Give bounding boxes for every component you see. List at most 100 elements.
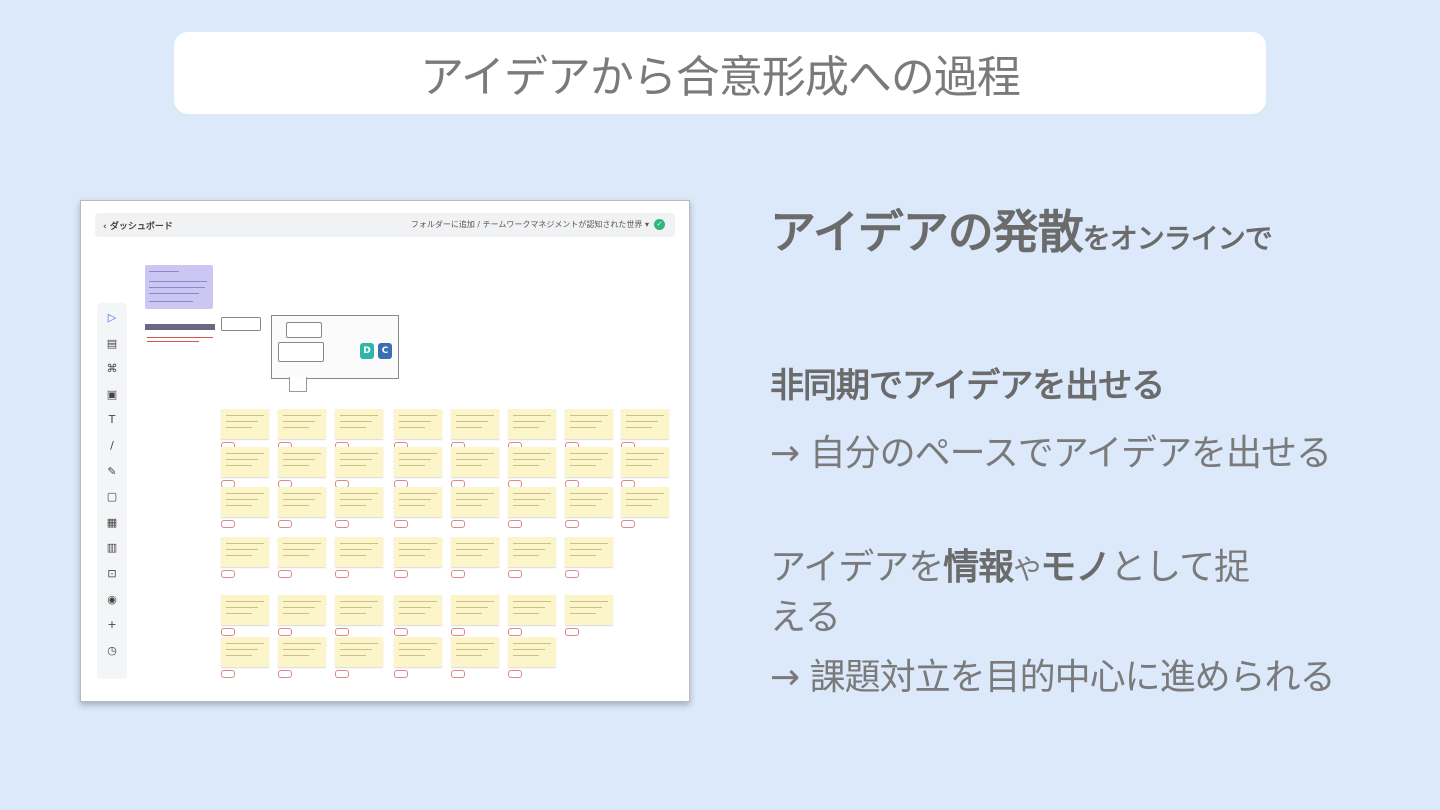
sticky-note[interactable]	[565, 537, 613, 567]
reaction-badge[interactable]	[221, 670, 235, 678]
sticky-note[interactable]	[508, 447, 556, 477]
timer-icon[interactable]: ◷	[97, 642, 127, 660]
sticky-note[interactable]	[508, 637, 556, 667]
slide-title: アイデアから合意形成への過程	[420, 52, 1021, 103]
sticky-note[interactable]	[394, 595, 442, 625]
sticky-note[interactable]	[565, 409, 613, 439]
plus-icon[interactable]: +	[97, 616, 127, 634]
sticky-note[interactable]	[335, 487, 383, 517]
red-underline	[147, 341, 199, 342]
sticky-note[interactable]	[394, 409, 442, 439]
reaction-badge[interactable]	[278, 520, 292, 528]
red-underline	[147, 337, 213, 338]
reaction-badge[interactable]	[221, 570, 235, 578]
sticky-note[interactable]	[278, 447, 326, 477]
select-icon[interactable]: ▷	[97, 309, 127, 327]
reaction-badge[interactable]	[451, 570, 465, 578]
sticky-note[interactable]	[451, 409, 499, 439]
sticky-note[interactable]	[278, 487, 326, 517]
sticky-note[interactable]	[394, 487, 442, 517]
reaction-badge[interactable]	[394, 520, 408, 528]
reaction-badge[interactable]	[335, 670, 349, 678]
sticky-note[interactable]	[335, 595, 383, 625]
sticky-note[interactable]	[394, 537, 442, 567]
frame-icon[interactable]: ⊡	[97, 565, 127, 583]
sticky-icon[interactable]: ▢	[97, 488, 127, 506]
flow-card	[278, 342, 324, 362]
point2-d: モノ	[1040, 547, 1111, 588]
sticky-note[interactable]	[508, 487, 556, 517]
sticky-note[interactable]	[221, 409, 269, 439]
sticky-note[interactable]	[621, 487, 669, 517]
sticky-note[interactable]	[508, 409, 556, 439]
sticky-note[interactable]	[278, 409, 326, 439]
point2-title: アイデアを情報やモノとして捉	[770, 538, 1250, 590]
sticky-note[interactable]	[565, 487, 613, 517]
reaction-badge[interactable]	[394, 570, 408, 578]
flow-card	[286, 322, 322, 338]
line-icon[interactable]: /	[97, 437, 127, 455]
sticky-note[interactable]	[335, 537, 383, 567]
reaction-badge[interactable]	[508, 628, 522, 636]
sticky-note[interactable]	[221, 537, 269, 567]
image-icon[interactable]: ▣	[97, 386, 127, 404]
reaction-badge[interactable]	[508, 520, 522, 528]
sticky-note[interactable]	[335, 409, 383, 439]
sticky-note[interactable]	[451, 537, 499, 567]
sticky-note[interactable]	[221, 487, 269, 517]
sticky-note[interactable]	[621, 447, 669, 477]
kanban-icon[interactable]: ▥	[97, 539, 127, 557]
reaction-badge[interactable]	[278, 670, 292, 678]
sticky-note[interactable]	[508, 595, 556, 625]
reaction-badge[interactable]	[394, 628, 408, 636]
reaction-badge[interactable]	[565, 628, 579, 636]
sticky-note[interactable]	[221, 447, 269, 477]
table-icon[interactable]: ▦	[97, 514, 127, 532]
sticky-note[interactable]	[451, 447, 499, 477]
tag-c: C	[378, 343, 392, 359]
text-icon[interactable]: T	[97, 411, 127, 429]
sticky-note[interactable]	[451, 637, 499, 667]
sticky-note[interactable]	[565, 447, 613, 477]
sticky-note[interactable]	[221, 595, 269, 625]
reaction-badge[interactable]	[278, 570, 292, 578]
reaction-badge[interactable]	[221, 520, 235, 528]
reaction-badge[interactable]	[335, 520, 349, 528]
reaction-badge[interactable]	[451, 628, 465, 636]
sticky-note[interactable]	[451, 595, 499, 625]
sticky-note[interactable]	[394, 637, 442, 667]
reaction-badge[interactable]	[451, 670, 465, 678]
reaction-badge[interactable]	[621, 520, 635, 528]
reaction-badge[interactable]	[278, 628, 292, 636]
note-icon[interactable]: ▤	[97, 335, 127, 353]
reaction-badge[interactable]	[335, 570, 349, 578]
sticky-note[interactable]	[335, 637, 383, 667]
sticky-note[interactable]	[278, 537, 326, 567]
point2-c: や	[1013, 553, 1041, 586]
reaction-badge[interactable]	[508, 570, 522, 578]
sticky-note[interactable]	[621, 409, 669, 439]
sticky-note[interactable]	[394, 447, 442, 477]
sticky-note[interactable]	[221, 637, 269, 667]
breadcrumb[interactable]: フォルダーに追加 / チームワークマネジメントが認知された世界 ▾	[411, 219, 649, 230]
point2-e: として捉	[1110, 547, 1250, 588]
sticky-note[interactable]	[278, 637, 326, 667]
shapes-icon[interactable]: ⌘	[97, 360, 127, 378]
sticky-note[interactable]	[508, 537, 556, 567]
back-to-dashboard-link[interactable]: ‹ ダッシュボード	[103, 219, 173, 232]
reaction-badge[interactable]	[565, 520, 579, 528]
sticky-note[interactable]	[335, 447, 383, 477]
sticky-note[interactable]	[565, 595, 613, 625]
title-banner: アイデアから合意形成への過程	[174, 32, 1266, 114]
reaction-badge[interactable]	[335, 628, 349, 636]
reaction-badge[interactable]	[221, 628, 235, 636]
sticky-note[interactable]	[278, 595, 326, 625]
pen-icon[interactable]: ✎	[97, 463, 127, 481]
reaction-badge[interactable]	[565, 570, 579, 578]
reaction-badge[interactable]	[394, 670, 408, 678]
reaction-badge[interactable]	[508, 670, 522, 678]
sticky-note[interactable]	[451, 487, 499, 517]
reaction-badge[interactable]	[451, 520, 465, 528]
location-icon[interactable]: ◉	[97, 591, 127, 609]
heading-bold: アイデアの発散	[770, 205, 1084, 259]
